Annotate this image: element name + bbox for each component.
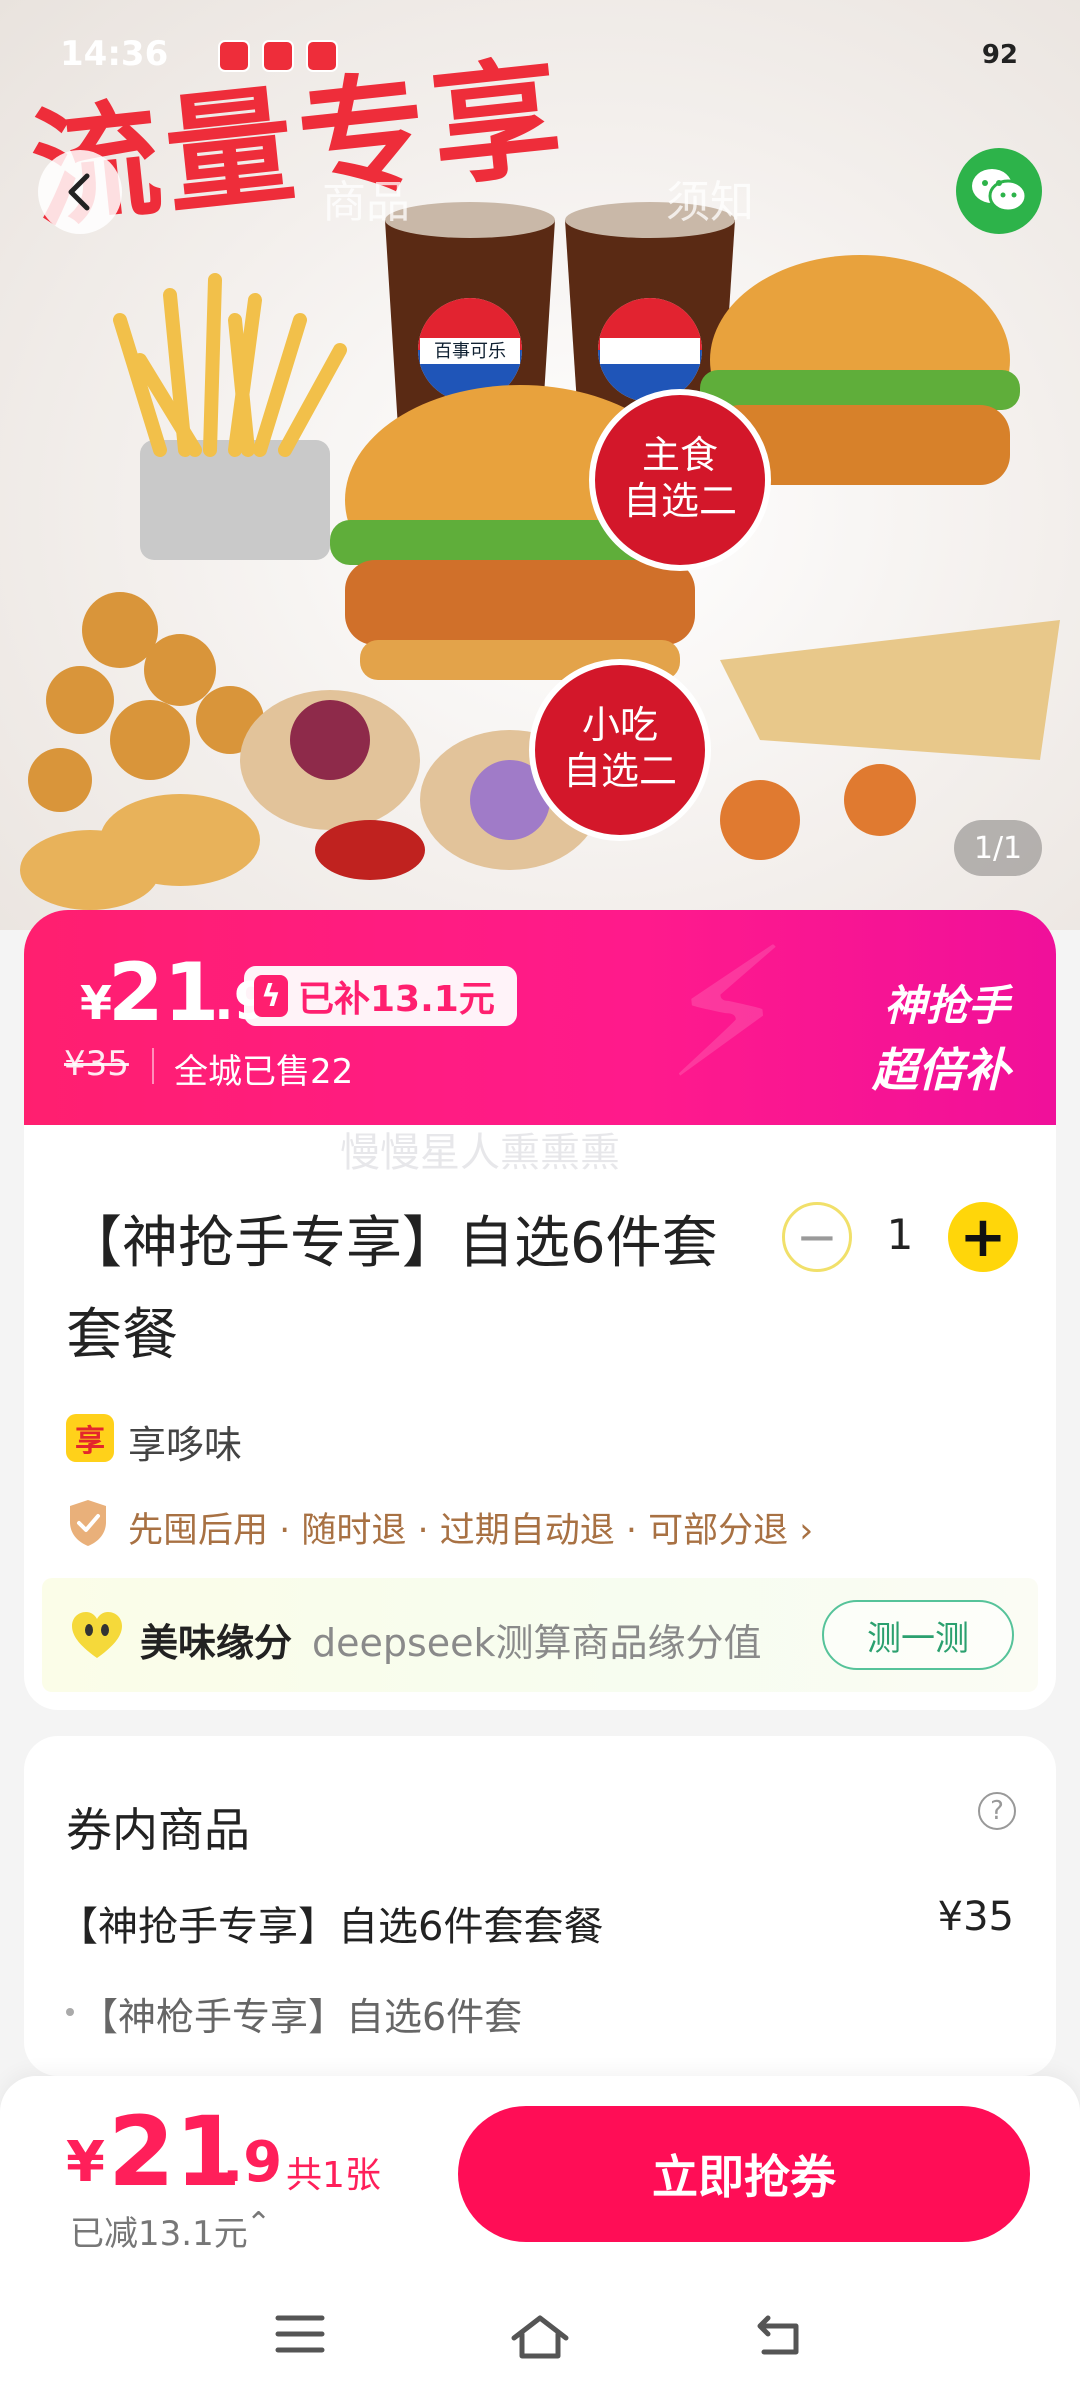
- wechat-icon: [972, 169, 1028, 213]
- bullet: [66, 2008, 74, 2016]
- quantity-decrease-button[interactable]: −: [782, 1202, 852, 1272]
- coupon-count: 共1张: [286, 2155, 381, 2196]
- merchant-name[interactable]: 享哆味: [128, 1414, 242, 1469]
- tab-notice[interactable]: 须知: [666, 166, 754, 230]
- coupon-sub-item: 【神枪手专享】自选6件套: [80, 1995, 523, 2039]
- battery-level: 92: [981, 40, 1018, 70]
- taste-match-description: deepseek测算商品缘分值: [312, 1621, 762, 1665]
- price-banner: ⚡ ¥ 21 .9 ϟ 已补13.1元 ¥35 全城已售22 神抢手 超倍补: [24, 910, 1056, 1125]
- chevron-up-icon[interactable]: ⌃: [246, 2206, 271, 2241]
- grab-coupon-button[interactable]: 立即抢券: [458, 2106, 1030, 2242]
- home-icon[interactable]: [508, 2312, 572, 2362]
- coupon-item-name: 【神抢手专享】自选6件套套餐: [58, 1904, 604, 1950]
- merchant-logo[interactable]: 享: [66, 1414, 114, 1462]
- coupon-item-price: ¥35: [937, 1894, 1014, 1940]
- subsidy-text: 已补13.1元: [298, 979, 495, 1020]
- notification-app-icon: [262, 40, 294, 72]
- chevron-left-icon: [68, 173, 90, 211]
- tab-product[interactable]: 商品: [322, 166, 410, 230]
- lightning-decoration-icon: ⚡: [664, 910, 791, 1119]
- wechat-share-button[interactable]: [956, 148, 1042, 234]
- service-guarantee-link[interactable]: 先囤后用 · 随时退 · 过期自动退 · 可部分退 ›: [128, 1502, 813, 1553]
- heart-face-icon: [72, 1612, 122, 1658]
- product-image-gallery[interactable]: 流量专享 百事可乐 主食 自选二 小吃 自选二 14:36 92 商品 须知 1…: [0, 0, 1080, 930]
- main-choice-badge: 主食 自选二: [589, 389, 771, 571]
- price-integer: 21: [108, 946, 220, 1039]
- quantity-increase-button[interactable]: +: [948, 1202, 1018, 1272]
- svg-text:自选二: 自选二: [623, 479, 737, 523]
- notification-app-icon: [306, 40, 338, 72]
- snack-choice-badge: 小吃 自选二: [529, 659, 711, 841]
- total-price-decimal: .9: [222, 2130, 283, 2195]
- divider: [152, 1048, 154, 1084]
- svg-text:主食: 主食: [642, 433, 718, 477]
- chevron-right-icon: ›: [799, 1511, 814, 1551]
- discount-summary[interactable]: 已减13.1元: [70, 2206, 248, 2255]
- product-title: 【神抢手专享】自选6件套套餐: [66, 1211, 718, 1368]
- menu-icon[interactable]: [274, 2312, 326, 2356]
- notification-app-icon: [218, 40, 250, 72]
- total-currency: ¥: [66, 2130, 105, 2195]
- shield-icon: [70, 1500, 106, 1546]
- promo-tag-line2: 超倍补: [872, 1043, 1010, 1097]
- product-photo: 百事可乐 主食 自选二 小吃 自选二: [20, 202, 1060, 910]
- original-price: ¥35: [64, 1044, 129, 1084]
- taste-match-title: 美味缘分: [140, 1621, 293, 1665]
- quantity-value: 1: [886, 1210, 914, 1259]
- image-pager: 1/1: [954, 820, 1042, 876]
- taste-test-button[interactable]: 测一测: [822, 1600, 1014, 1670]
- back-nav-icon[interactable]: [754, 2312, 808, 2358]
- status-time: 14:36: [60, 34, 169, 74]
- promo-tag-line1: 神抢手: [883, 981, 1010, 1030]
- sold-count: 全城已售22: [174, 1052, 354, 1092]
- watermark: 慢慢星人熏熏熏: [340, 1130, 620, 1176]
- cola-label: 百事可乐: [434, 341, 506, 362]
- svg-text:小吃: 小吃: [582, 703, 658, 747]
- subsidy-badge: ϟ 已补13.1元: [244, 966, 517, 1026]
- lightning-icon: ϟ: [254, 975, 288, 1017]
- coupon-contents-title: 券内商品: [66, 1803, 250, 1857]
- back-button[interactable]: [38, 150, 122, 234]
- help-icon[interactable]: ?: [978, 1792, 1016, 1830]
- guarantee-text: 先囤后用 · 随时退 · 过期自动退 · 可部分退: [128, 1511, 789, 1551]
- svg-text:自选二: 自选二: [563, 749, 677, 793]
